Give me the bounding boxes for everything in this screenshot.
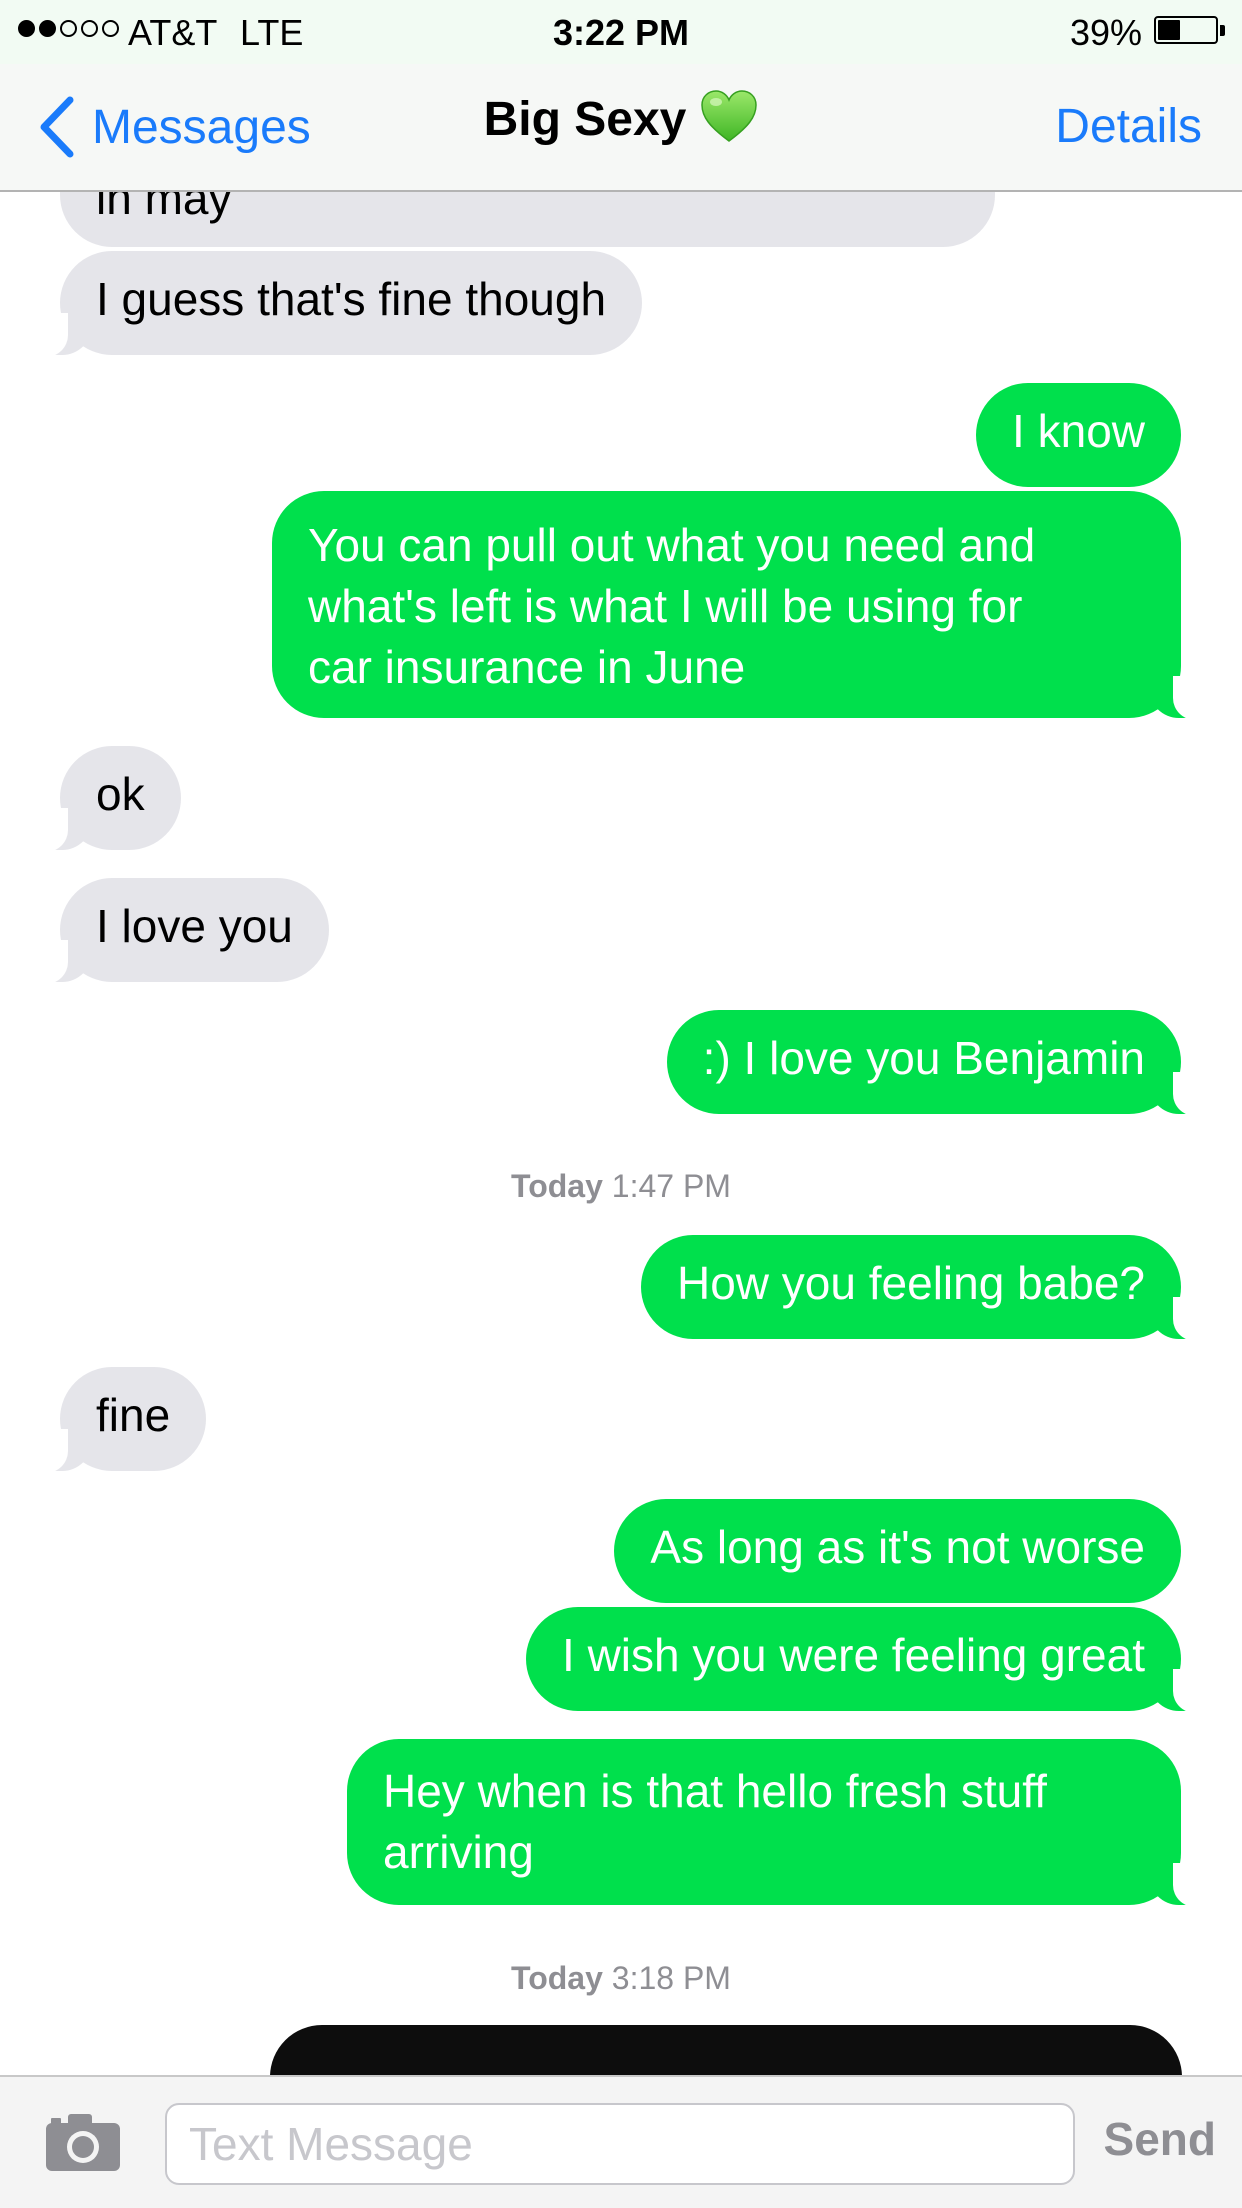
timestamp-day: Today <box>511 1168 603 1204</box>
status-bar: AT&T LTE 3:22 PM 39% <box>0 0 1242 64</box>
message-bubble-incoming[interactable]: I love you <box>34 878 329 984</box>
message-text-line: arriving <box>383 1826 534 1878</box>
message-text: How you feeling babe? <box>677 1257 1145 1309</box>
message-text: fine <box>96 1389 171 1441</box>
timestamp: Today 1:47 PM <box>0 1168 1242 1205</box>
battery-tip <box>1220 25 1225 36</box>
green-heart-icon <box>701 90 758 143</box>
messages-screen: in may I guess that's fine though I know… <box>0 0 1242 2208</box>
message-bubble-outgoing[interactable]: You can pull out what you need and what'… <box>272 491 1207 720</box>
message-text-line: Hey when is that hello fresh stuff <box>383 1765 1047 1817</box>
camera-icon[interactable] <box>44 2111 122 2173</box>
timestamp: Today 3:18 PM <box>0 1960 1242 1997</box>
navigation-bar: Messages Big Sexy Details <box>0 64 1242 192</box>
message-bubble-incoming[interactable]: I guess that's fine though <box>33 251 643 357</box>
message-text: I wish you were feeling great <box>562 1629 1145 1681</box>
battery-percentage: 39% <box>1069 12 1142 53</box>
image-message-attachment[interactable] <box>270 2025 1182 2075</box>
message-text-line: car insurance in June <box>308 641 746 693</box>
message-text: As long as it's not worse <box>650 1521 1145 1573</box>
message-text: ok <box>96 768 145 820</box>
message-text: I know <box>1012 405 1145 457</box>
message-bubble-outgoing[interactable]: I wish you were feeling great <box>526 1607 1207 1713</box>
message-thread[interactable]: in may I guess that's fine though I know… <box>0 0 1242 2075</box>
message-bubble-outgoing[interactable]: How you feeling babe? <box>641 1235 1207 1341</box>
timestamp-time: 1:47 PM <box>611 1168 731 1204</box>
text-message-input[interactable] <box>165 2103 1075 2185</box>
send-button[interactable]: Send <box>1104 2112 1216 2166</box>
message-bubble-outgoing[interactable]: As long as it's not worse <box>614 1499 1181 1603</box>
contact-name: Big Sexy <box>483 93 687 146</box>
message-bubble-incoming[interactable]: ok <box>34 746 181 852</box>
message-text: :) I love you Benjamin <box>702 1032 1145 1084</box>
message-input-bar: Send <box>0 2075 1242 2208</box>
timestamp-day: Today <box>511 1960 603 1996</box>
message-bubble-outgoing[interactable]: Hey when is that hello fresh stuff arriv… <box>347 1739 1207 1907</box>
message-text-line: what's left is what I will be using for <box>308 580 1023 632</box>
message-bubble-outgoing[interactable]: I know <box>976 383 1181 487</box>
message-text-line: You can pull out what you need and <box>308 519 1036 571</box>
timestamp-time: 3:18 PM <box>611 1960 731 1996</box>
message-bubble-incoming[interactable]: fine <box>33 1367 207 1473</box>
message-bubble-outgoing[interactable]: :) I love you Benjamin <box>666 1010 1208 1116</box>
status-time: 3:22 PM <box>552 12 690 53</box>
details-button[interactable]: Details <box>1055 99 1202 154</box>
battery-icon <box>1154 16 1218 44</box>
battery-level <box>1158 20 1180 40</box>
message-text: I guess that's fine though <box>96 273 607 325</box>
message-text: I love you <box>96 900 293 952</box>
